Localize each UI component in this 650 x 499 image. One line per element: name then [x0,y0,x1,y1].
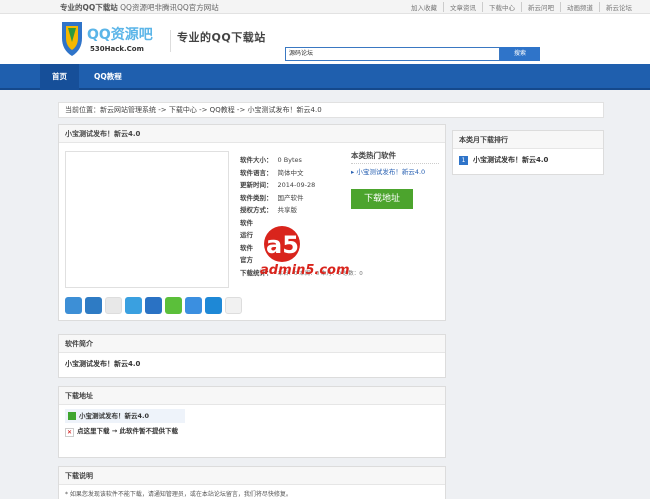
tagline-rest: QQ资源吧非腾讯QQ官方网站 [117,3,219,12]
search-button[interactable]: 搜索 [500,47,540,61]
logo-title: QQ资源吧 [87,26,153,43]
site-slogan: 专业的QQ下载站 [170,30,266,52]
site-logo[interactable]: QQ资源吧 530Hack.Com [60,18,160,60]
nav-item-qq-tutorial[interactable]: QQ教程 [82,64,134,90]
share-more-icon[interactable] [65,297,82,314]
broken-link-icon: ✕ [65,428,74,437]
download-link-note: 点这里下载 → 此软件暂不提供下载 [77,427,178,435]
software-screenshot [65,151,229,288]
software-intro-title: 软件简介 [59,335,445,353]
share-wechat-icon[interactable] [165,297,182,314]
share-tencent-weibo-icon[interactable] [185,297,202,314]
hot-software-item-label: 小宝测试发布！新云4.0 [356,168,426,176]
top-link-favorite[interactable]: 加入收藏 [405,2,443,12]
ranking-item-label: 小宝测试发布！新云4.0 [473,156,549,164]
info-label: 软件语言： [240,168,273,177]
download-link[interactable]: ✕ 点这里下载 → 此软件暂不提供下载 [65,427,225,437]
info-row: 软件语言： 简体中文 [240,167,340,180]
hot-software-title: 本类热门软件 [351,150,439,164]
top-link-forum[interactable]: 新云论坛 [599,2,638,12]
share-renren-icon[interactable] [145,297,162,314]
software-title: 小宝测试发布！新云4.0 [59,125,445,143]
info-value: 2014-09-28 [277,181,316,189]
info-label: 更新时间： [240,181,273,189]
top-link-animation[interactable]: 动画频道 [560,2,599,12]
logo-subtitle: 530Hack.Com [90,45,144,53]
download-notes-text: * 如果您发现该软件不能下载，请通知管理员，或在本站论坛留言，我们将尽快修复。 [65,491,292,498]
search-input[interactable]: 源码论坛 [285,47,500,61]
download-address-button[interactable]: 下载地址 [351,189,413,209]
info-row: 软件类别： 国产软件 [240,192,340,205]
monthly-ranking-panel: 本类月下载排行 1 小宝测试发布！新云4.0 [452,130,604,175]
info-label: 软件大小： [240,156,273,164]
info-label: 软件类别： [240,193,273,202]
info-value: 0 Bytes [277,156,302,164]
hot-software: 本类热门软件 ▸ 小宝测试发布！新云4.0 [351,150,439,176]
download-list-panel: 下载地址 小宝测试发布！新云4.0 ✕ 点这里下载 → 此软件暂不提供下载 [58,386,446,458]
top-link-ask[interactable]: 新云问吧 [521,2,560,12]
top-links: 加入收藏 文章资讯 下载中心 新云问吧 动画频道 新云论坛 [405,2,638,12]
site-header: QQ资源吧 530Hack.Com 专业的QQ下载站 源码论坛 搜索 [0,14,650,64]
info-value: 国产软件 [277,193,304,202]
info-row: 更新时间： 2014-09-28 [240,179,340,192]
watermark-site: admin5.com [260,263,350,278]
info-value: 简体中文 [277,168,304,177]
watermark-brand: a5下载 [266,231,347,259]
a5-watermark-logo: a5下载 admin5.com [260,226,350,278]
share-qzone-icon[interactable] [125,297,142,314]
software-intro-text: 小宝测试发布！新云4.0 [65,360,141,368]
download-arrow-icon [68,412,76,420]
monthly-ranking-title: 本类月下载排行 [453,131,603,149]
hot-software-item[interactable]: ▸ 小宝测试发布！新云4.0 [351,166,439,176]
top-bar: 专业的QQ下载站 QQ资源吧非腾讯QQ官方网站 加入收藏 文章资讯 下载中心 新… [0,0,650,14]
rank-badge: 1 [459,155,468,165]
download-notes-title: 下载说明 [59,467,445,485]
nav-item-home[interactable]: 首页 [40,64,79,90]
software-intro-panel: 软件简介 小宝测试发布！新云4.0 [58,334,446,378]
info-value: 共享版 [277,206,298,214]
ranking-item[interactable]: 1 小宝测试发布！新云4.0 [453,149,603,171]
top-link-articles[interactable]: 文章资讯 [443,2,482,12]
info-row: 软件大小： 0 Bytes [240,154,340,167]
share-bar [65,297,242,314]
main-nav: 首页 QQ教程 [0,64,650,90]
download-file-row: 小宝测试发布！新云4.0 [65,409,185,423]
breadcrumb: 当前位置：新云网站管理系统 -> 下载中心 -> QQ教程 -> 小宝测试发布！… [58,102,604,118]
share-favorite-star-icon[interactable] [85,297,102,314]
info-label: 授权方式： [240,206,273,214]
download-list-title: 下载地址 [59,387,445,405]
download-file-name: 小宝测试发布！新云4.0 [79,412,150,420]
top-bar-tagline: 专业的QQ下载站 QQ资源吧非腾讯QQ官方网站 [60,2,219,13]
share-copy-icon[interactable] [225,297,242,314]
share-qq-icon[interactable] [205,297,222,314]
info-row: 授权方式： 共享版 [240,204,340,217]
tagline-bold: 专业的QQ下载站 [60,3,118,12]
share-weibo-icon[interactable] [105,297,122,314]
top-link-downloads[interactable]: 下载中心 [482,2,521,12]
download-notes-panel: 下载说明 * 如果您发现该软件不能下载，请通知管理员，或在本站论坛留言，我们将尽… [58,466,446,499]
